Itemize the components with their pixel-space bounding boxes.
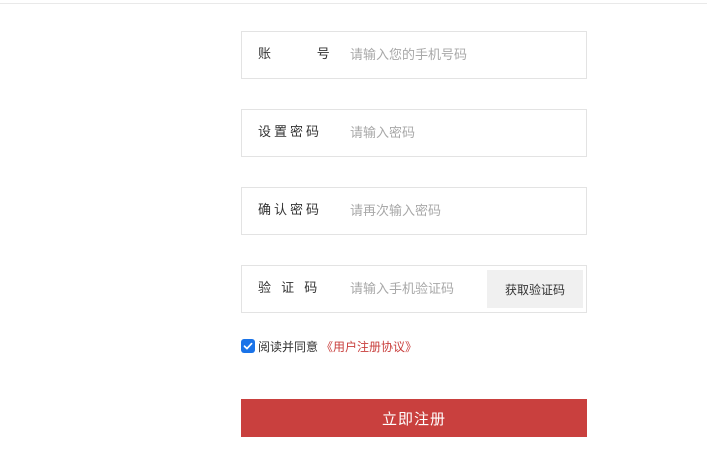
account-input[interactable] — [350, 32, 580, 78]
confirm-password-input[interactable] — [350, 188, 580, 234]
get-code-button[interactable]: 获取验证码 — [487, 270, 583, 308]
account-row: 账 号 — [241, 31, 587, 79]
register-submit-button[interactable]: 立即注册 — [241, 399, 587, 437]
confirm-password-label: 确认密码 — [258, 203, 323, 218]
verification-label: 验 证 码 — [258, 281, 321, 296]
password-row: 设置密码 — [241, 109, 587, 157]
password-input[interactable] — [350, 110, 580, 156]
agreement-checkbox[interactable] — [241, 339, 255, 353]
agreement-row: 阅读并同意 《用户注册协议》 — [241, 338, 417, 354]
confirm-password-row: 确认密码 — [241, 187, 587, 235]
top-divider — [0, 3, 707, 4]
checkmark-icon — [243, 342, 253, 350]
verification-code-input[interactable] — [350, 266, 480, 312]
register-form: 账 号 设置密码 确认密码 验 证 码 获取验证码 — [241, 31, 587, 343]
user-agreement-link[interactable]: 《用户注册协议》 — [321, 338, 417, 355]
account-label: 账 号 — [258, 47, 333, 62]
verification-row: 验 证 码 获取验证码 — [241, 265, 587, 313]
password-label: 设置密码 — [258, 125, 323, 140]
agreement-text: 阅读并同意 — [258, 339, 319, 354]
